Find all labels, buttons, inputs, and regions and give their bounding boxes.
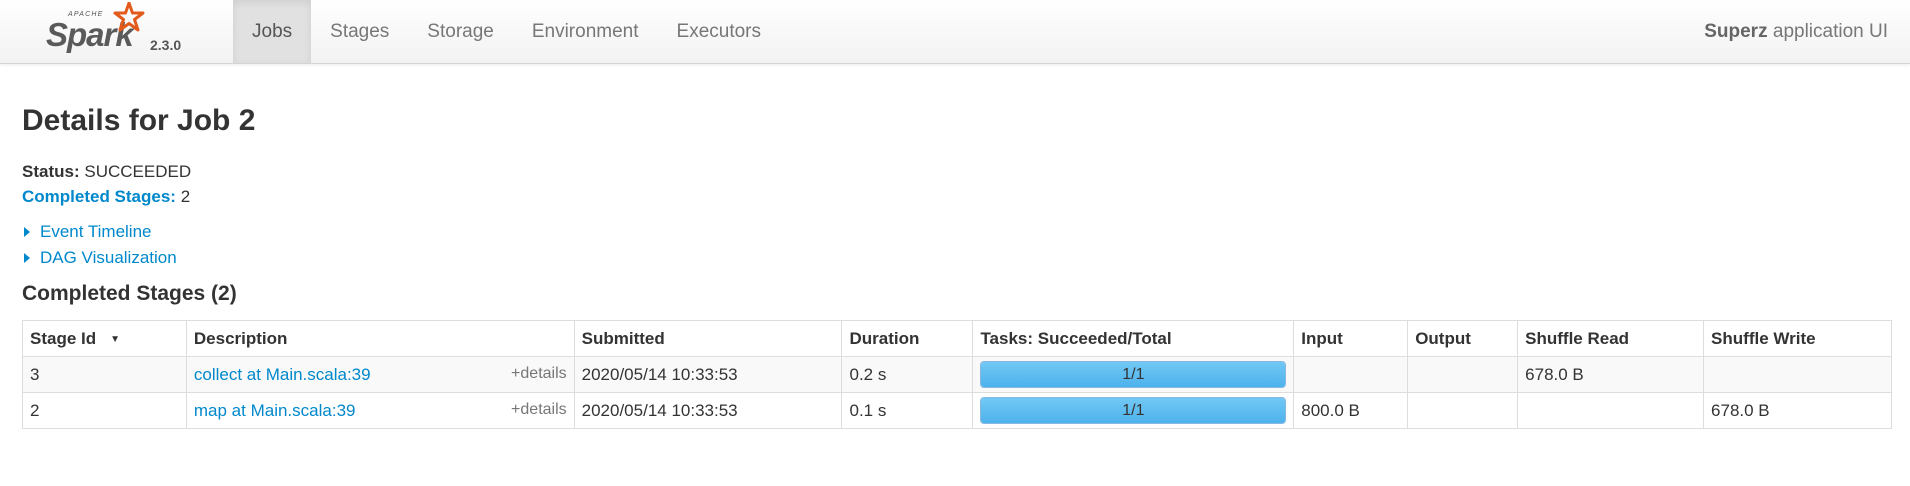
page-title: Details for Job 2 [22, 104, 256, 137]
application-ui-label: Superz application UI [1704, 0, 1888, 63]
event-timeline-label: Event Timeline [40, 222, 152, 241]
status-value: SUCCEEDED [84, 162, 192, 181]
submitted-cell: 2020/05/14 10:33:53 [573, 392, 843, 429]
stage-id-cell: 3 [22, 356, 187, 393]
submitted-cell: 2020/05/14 10:33:53 [573, 356, 843, 393]
dag-visualization-label: DAG Visualization [40, 248, 177, 267]
tab-environment[interactable]: Environment [513, 0, 658, 63]
details-toggle[interactable]: +details [511, 401, 567, 419]
spark-version: 2.3.0 [150, 37, 182, 53]
tasks-cell: 1/1 [972, 392, 1295, 429]
shuffle-read-cell [1517, 392, 1705, 429]
spark-star-icon [113, 2, 145, 32]
shuffle-write-cell: 678.0 B [1703, 392, 1892, 429]
col-tasks[interactable]: Tasks: Succeeded/Total [972, 320, 1295, 357]
description-cell: collect at Main.scala:39 +details [185, 356, 575, 393]
tasks-progress-bar: 1/1 [980, 361, 1287, 388]
shuffle-read-cell: 678.0 B [1517, 356, 1705, 393]
caret-right-icon [24, 227, 30, 237]
input-cell: 800.0 B [1293, 392, 1409, 429]
caret-right-icon [24, 253, 30, 263]
tab-jobs[interactable]: Jobs [233, 0, 312, 63]
col-input[interactable]: Input [1293, 320, 1409, 357]
completed-stages-table: Stage Id ▼ Description Submitted Duration… [22, 320, 1892, 429]
tab-storage[interactable]: Storage [408, 0, 513, 63]
details-toggle[interactable]: +details [511, 365, 567, 383]
col-description[interactable]: Description [185, 320, 575, 357]
completed-stages-heading[interactable]: Completed Stages (2) [22, 282, 237, 306]
navbar: APACHE Spark 2.3.0 Jobs Stages Storage E… [0, 0, 1910, 64]
col-submitted[interactable]: Submitted [573, 320, 843, 357]
col-shuffle-write[interactable]: Shuffle Write [1703, 320, 1892, 357]
event-timeline-toggle[interactable]: Event Timeline [22, 219, 177, 245]
col-shuffle-read[interactable]: Shuffle Read [1517, 320, 1705, 357]
input-cell [1293, 356, 1409, 393]
table-row: 2 map at Main.scala:39 +details 2020/05/… [22, 392, 1892, 429]
completed-stages-value: 2 [180, 187, 191, 206]
tab-executors[interactable]: Executors [658, 0, 780, 63]
completed-stages-link[interactable]: Completed Stages: [22, 187, 176, 206]
col-output[interactable]: Output [1407, 320, 1519, 357]
tasks-progress-bar: 1/1 [980, 397, 1287, 424]
table-header-row: Stage Id ▼ Description Submitted Duration… [22, 320, 1892, 357]
status-line: Status: SUCCEEDED [22, 159, 191, 184]
stage-description-link[interactable]: map at Main.scala:39 [194, 401, 356, 420]
tab-stages[interactable]: Stages [311, 0, 408, 63]
completed-stages-line: Completed Stages: 2 [22, 184, 191, 209]
dag-visualization-toggle[interactable]: DAG Visualization [22, 245, 177, 271]
main-nav: Jobs Stages Storage Environment Executor… [233, 0, 780, 63]
sort-desc-icon: ▼ [110, 333, 121, 345]
spark-logo[interactable]: APACHE Spark 2.3.0 [46, 0, 196, 63]
status-label: Status: [22, 162, 80, 181]
output-cell [1407, 356, 1519, 393]
duration-cell: 0.1 s [841, 392, 974, 429]
duration-cell: 0.2 s [841, 356, 974, 393]
app-name: Superz [1704, 21, 1768, 42]
col-stage-id[interactable]: Stage Id ▼ [22, 320, 187, 357]
progress-label: 1/1 [1122, 366, 1145, 383]
col-duration[interactable]: Duration [841, 320, 974, 357]
table-row: 3 collect at Main.scala:39 +details 2020… [22, 356, 1892, 393]
stage-id-cell: 2 [22, 392, 187, 429]
description-cell: map at Main.scala:39 +details [185, 392, 575, 429]
shuffle-write-cell [1703, 356, 1892, 393]
app-suffix: application UI [1767, 21, 1888, 42]
stage-description-link[interactable]: collect at Main.scala:39 [194, 365, 371, 384]
output-cell [1407, 392, 1519, 429]
progress-label: 1/1 [1122, 402, 1145, 419]
tasks-cell: 1/1 [972, 356, 1295, 393]
job-summary: Status: SUCCEEDED Completed Stages: 2 [22, 159, 191, 209]
visualization-toggles: Event Timeline DAG Visualization [22, 219, 177, 271]
